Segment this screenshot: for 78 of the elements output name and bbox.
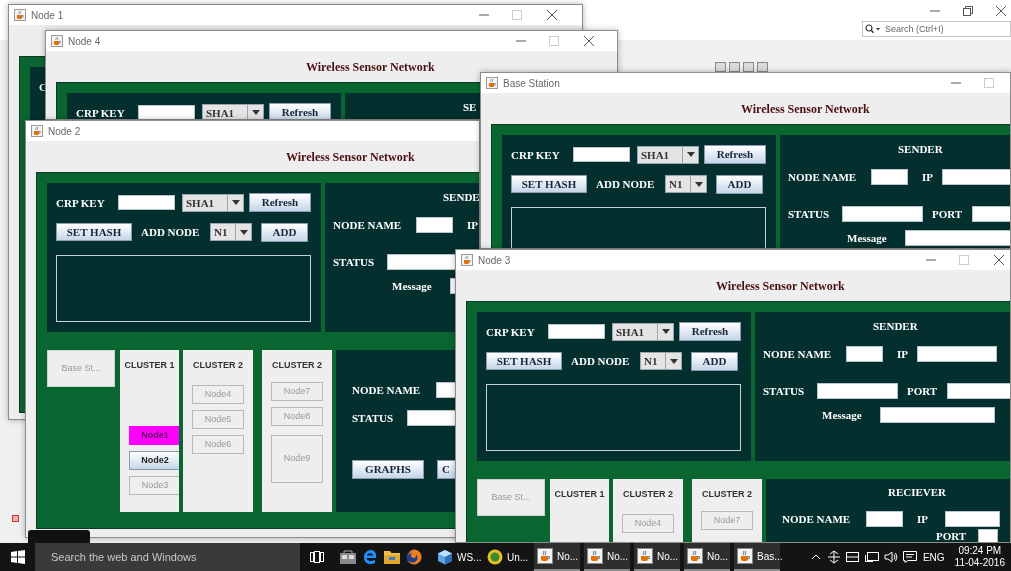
- add-button[interactable]: ADD: [716, 174, 763, 194]
- refresh-button[interactable]: Refresh: [269, 103, 331, 119]
- taskbar-app-button[interactable]: No...: [584, 543, 630, 571]
- taskbar-app-button[interactable]: No...: [534, 543, 580, 571]
- window-title: Node 3: [478, 253, 511, 268]
- node-button[interactable]: Node1: [129, 426, 179, 445]
- taskbar-app-button[interactable]: Bas...: [734, 543, 780, 571]
- cluster-title: CLUSTER 2: [272, 359, 322, 371]
- app-heading: Wireless Sensor Network: [306, 58, 435, 76]
- port-label: PORT: [932, 207, 963, 221]
- crp-key-label: CRP KEY: [486, 324, 535, 339]
- clock-time[interactable]: 09:24 PM: [958, 545, 1002, 557]
- window-title: Node 4: [68, 34, 101, 49]
- set-hash-button[interactable]: SET HASH: [511, 175, 587, 193]
- add-button[interactable]: ADD: [261, 222, 308, 242]
- node-name-label: NODE NAME: [763, 347, 832, 361]
- add-node-label: ADD NODE: [141, 225, 200, 239]
- search-field[interactable]: Search (Ctrl+I): [862, 21, 1011, 37]
- search-field[interactable]: Search the web and Windows: [35, 543, 300, 571]
- node-name-label: NODE NAME: [782, 512, 851, 526]
- message-label: Message: [822, 408, 862, 422]
- cluster-title: CLUSTER 2: [193, 359, 243, 371]
- clock-date[interactable]: 11-04-2016: [954, 557, 1005, 569]
- add-node-label: ADD NODE: [596, 177, 655, 191]
- refresh-button[interactable]: Refresh: [679, 322, 741, 341]
- app-heading: Wireless Sensor Network: [286, 148, 415, 166]
- ip-label: IP: [467, 218, 478, 232]
- status-label: STATUS: [788, 207, 830, 221]
- set-hash-button[interactable]: SET HASH: [486, 352, 562, 370]
- window-title: Node 2: [48, 124, 81, 139]
- sender-title: SE: [463, 100, 477, 114]
- hash-dropdown[interactable]: SHA1: [612, 322, 674, 341]
- port-label: PORT: [907, 384, 938, 398]
- crp-key-label: CRP KEY: [511, 147, 560, 162]
- hash-dropdown[interactable]: SHA1: [182, 193, 244, 212]
- taskbar-app-button[interactable]: WS...: [434, 543, 480, 571]
- app-heading: Wireless Sensor Network: [741, 100, 870, 118]
- taskbar-app-button[interactable]: No...: [634, 543, 680, 571]
- taskbar-app-button[interactable]: Un...: [484, 543, 530, 571]
- ip-label: IP: [917, 512, 928, 526]
- hash-dropdown[interactable]: SHA1: [637, 145, 699, 164]
- message-label: Message: [847, 231, 887, 245]
- add-button[interactable]: ADD: [691, 351, 738, 371]
- refresh-button[interactable]: Refresh: [704, 145, 766, 164]
- cluster-title: CLUSTER 1: [554, 488, 605, 500]
- ip-label: IP: [922, 170, 933, 184]
- node-name-label: NODE NAME: [352, 383, 421, 397]
- language-indicator[interactable]: ENG: [922, 549, 945, 565]
- refresh-button[interactable]: Refresh: [249, 193, 311, 212]
- node-name-label: NODE NAME: [788, 170, 857, 184]
- sender-title: SENDER: [873, 319, 918, 333]
- cluster-title: CLUSTER 2: [702, 488, 752, 500]
- node-button[interactable]: Node2: [129, 451, 179, 470]
- node-name-label: NODE NAME: [333, 218, 402, 232]
- crp-key-label: CRP KEY: [76, 105, 125, 119]
- status-label: STATUS: [352, 411, 394, 425]
- hash-dropdown[interactable]: SHA1: [202, 103, 264, 119]
- port-label: PORT: [936, 529, 967, 542]
- graphs-button[interactable]: GRAPHS: [352, 460, 424, 479]
- app-heading: Wireless Sensor Network: [716, 277, 845, 295]
- window-title: Node 1: [31, 8, 64, 23]
- cluster-title: CLUSTER 2: [623, 488, 673, 500]
- status-label: STATUS: [763, 384, 805, 398]
- add-node-label: ADD NODE: [571, 354, 630, 368]
- cluster-title: CLUSTER 1: [124, 359, 175, 371]
- sender-title: SENDE: [443, 190, 479, 204]
- node-dropdown[interactable]: N1: [640, 352, 682, 370]
- crp-key-label: CRP KEY: [56, 195, 105, 210]
- taskbar-app-button[interactable]: No...: [684, 543, 730, 571]
- window-title: Base Station: [503, 76, 560, 91]
- ip-label: IP: [897, 347, 908, 361]
- message-label: Message: [392, 279, 432, 293]
- set-hash-button[interactable]: SET HASH: [56, 223, 132, 241]
- status-label: STATUS: [333, 255, 375, 269]
- receiver-title: RECIEVER: [888, 485, 947, 499]
- node-dropdown[interactable]: N1: [665, 175, 707, 193]
- sender-title: SENDER: [898, 142, 943, 156]
- node-dropdown[interactable]: N1: [210, 223, 252, 241]
